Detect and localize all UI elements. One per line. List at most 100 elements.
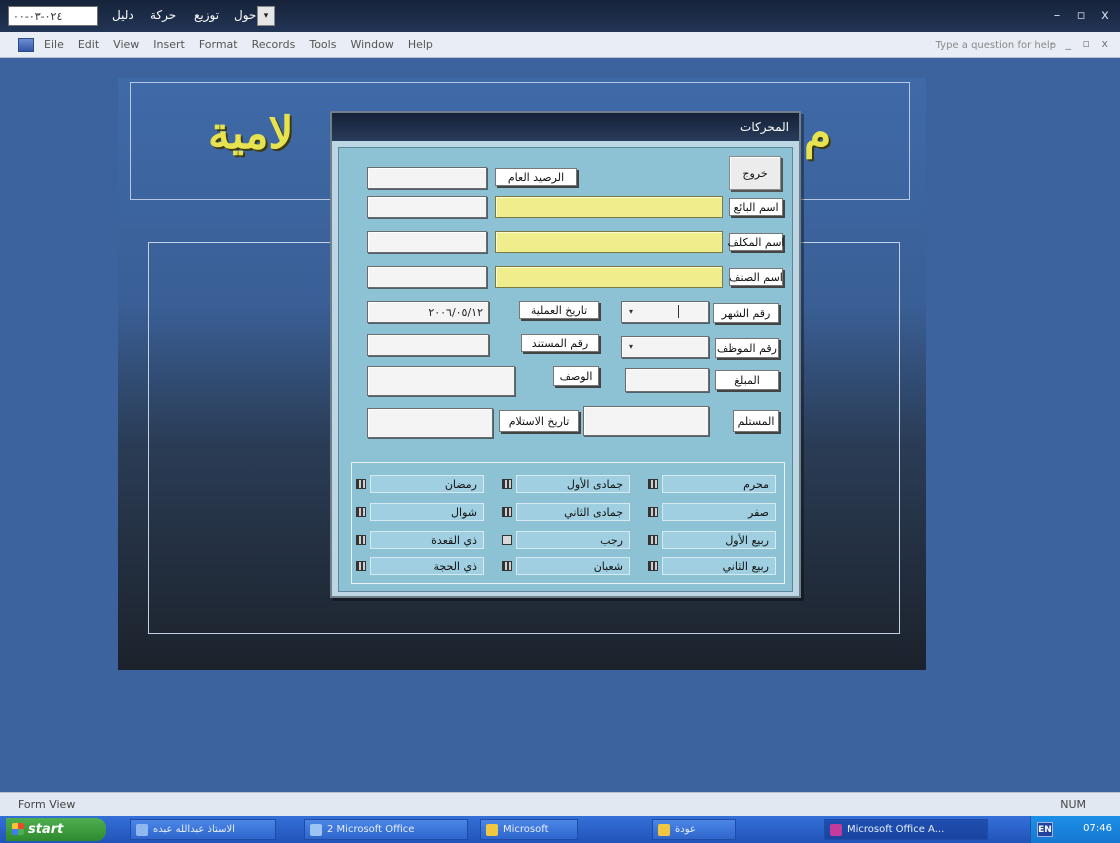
menu-records[interactable]: Records: [252, 38, 296, 51]
start-label: start: [28, 822, 64, 837]
menu-bar: Eile Edit View Insert Format Records Too…: [0, 32, 1120, 58]
employee-number-combo[interactable]: ▾: [621, 336, 709, 358]
recipient-secondary-field[interactable]: [367, 231, 487, 253]
buyer-name-field[interactable]: [495, 196, 723, 218]
text-cursor: [678, 305, 679, 318]
status-view-mode: Form View: [18, 798, 76, 811]
close-icon[interactable]: x: [1096, 6, 1114, 24]
menu-file[interactable]: Eile: [44, 38, 64, 51]
operation-date-field[interactable]: ٢٠٠٦/٠٥/١٢: [367, 301, 489, 323]
description-field[interactable]: [367, 366, 515, 396]
month-checkbox-dhul-hijjah[interactable]: [356, 561, 366, 571]
taskbar-button-label: الاستاذ عبدالله عبده: [153, 824, 235, 835]
exit-button[interactable]: خروج: [729, 156, 781, 190]
chevron-down-icon[interactable]: ▾: [624, 304, 638, 318]
receipt-date-field[interactable]: [367, 408, 493, 438]
month-number-label: رقم الشهر: [713, 303, 779, 323]
help-search-input[interactable]: Type a question for help: [906, 37, 1056, 53]
month-checkbox-rabi-2[interactable]: [648, 561, 658, 571]
stamp-number-field[interactable]: [367, 334, 489, 356]
menu-format[interactable]: Format: [199, 38, 238, 51]
taskbar-button-label: Microsoft: [503, 824, 549, 835]
menu-window[interactable]: Window: [350, 38, 393, 51]
taskbar-button-label: 2 Microsoft Office: [327, 824, 415, 835]
month-checkbox-jumada-2[interactable]: [502, 507, 512, 517]
taskbar-button-3[interactable]: Microsoft: [480, 819, 578, 840]
clock[interactable]: 07:46: [1083, 823, 1112, 834]
month-safar: صفر: [662, 503, 776, 521]
month-shaban: شعبان: [516, 557, 630, 575]
menu-insert[interactable]: Insert: [153, 38, 185, 51]
item-secondary-field[interactable]: [367, 266, 487, 288]
month-shawwal: شوال: [370, 503, 484, 521]
dialog-body: خروج الرصيد العام اسم البائع اسم المكلف …: [338, 147, 793, 592]
menu-help[interactable]: Help: [408, 38, 433, 51]
month-checkbox-muharram[interactable]: [648, 479, 658, 489]
general-balance-field[interactable]: [367, 167, 487, 189]
folder-icon: [486, 824, 498, 836]
month-checkbox-rabi-1[interactable]: [648, 535, 658, 545]
menu-edit[interactable]: Edit: [78, 38, 99, 51]
taskbar-button-label: Microsoft Office A...: [847, 824, 945, 835]
date-combo-value: ٠٢٤-٠٣-٠٠: [13, 9, 63, 23]
buyer-name-secondary-field[interactable]: [367, 196, 487, 218]
menu-movement[interactable]: حركة: [150, 8, 176, 22]
date-combo[interactable]: ٠٢٤-٠٣-٠٠: [8, 6, 98, 26]
windows-logo-icon: [12, 823, 24, 835]
month-checkbox-ramadan[interactable]: [356, 479, 366, 489]
months-row-4: ربيع الثاني شعبان ذي الحجة: [352, 557, 786, 575]
month-checkbox-shaban[interactable]: [502, 561, 512, 571]
month-number-combo[interactable]: ▾: [621, 301, 709, 323]
transactions-dialog: المحركات خروج الرصيد العام اسم البائع اس…: [330, 111, 801, 598]
taskbar-button-4[interactable]: عودة: [652, 819, 736, 840]
item-name-field[interactable]: [495, 266, 723, 288]
chevron-down-icon[interactable]: ▾: [624, 339, 638, 353]
access-form-icon[interactable]: [18, 38, 34, 52]
employee-number-label: رقم الموظف: [715, 338, 779, 358]
month-checkbox-dhul-qadah[interactable]: [356, 535, 366, 545]
month-checkbox-jumada-1[interactable]: [502, 479, 512, 489]
app-icon: [136, 824, 148, 836]
months-row-2: صفر جمادى الثاني شوال: [352, 503, 786, 521]
menu-tools[interactable]: Tools: [309, 38, 336, 51]
months-row-3: ربيع الأول رجب ذي القعدة: [352, 531, 786, 549]
menu-view[interactable]: View: [113, 38, 139, 51]
receiver-field[interactable]: [583, 406, 709, 436]
menu-distribution[interactable]: توزيع: [194, 8, 219, 22]
recipient-name-field[interactable]: [495, 231, 723, 253]
menu-guide[interactable]: دليل: [112, 8, 134, 22]
taskbar-button-label: عودة: [675, 824, 696, 835]
description-label: الوصف: [553, 366, 599, 386]
minimize-icon[interactable]: –: [1048, 6, 1066, 24]
months-panel: محرم جمادى الأول رمضان صفر جمادى الثاني …: [351, 462, 785, 584]
taskbar-button-2[interactable]: 2 Microsoft Office: [304, 819, 468, 840]
system-tray: EN 07:46: [1030, 816, 1120, 843]
operation-date-value: ٢٠٠٦/٠٥/١٢: [428, 305, 483, 319]
restore-icon[interactable]: ▫: [1072, 6, 1090, 24]
stamp-number-label: رقم المستند: [521, 334, 599, 352]
document-window-controls[interactable]: - _ ▫ x: [1050, 37, 1112, 50]
operation-date-label: تاريخ العملية: [519, 301, 599, 319]
chevron-down-icon[interactable]: ▾: [257, 6, 275, 26]
month-checkbox-rajab[interactable]: [502, 535, 512, 545]
month-jumada-2: جمادى الثاني: [516, 503, 630, 521]
item-name-label: اسم الصنف: [729, 268, 783, 286]
start-button[interactable]: start: [6, 818, 106, 841]
form-title-right: م: [804, 108, 832, 159]
taskbar-button-1[interactable]: الاستاذ عبدالله عبده: [130, 819, 276, 840]
amount-field[interactable]: [625, 368, 709, 392]
access-app-icon: [830, 824, 842, 836]
form-title-left: لامية: [208, 108, 294, 159]
amount-label: المبلغ: [715, 370, 779, 390]
receiver-label: المستلم: [733, 410, 779, 432]
window-controls: – ▫ x: [1048, 6, 1114, 24]
language-indicator[interactable]: EN: [1037, 822, 1053, 837]
status-num-lock: NUM: [1060, 798, 1086, 811]
menu-items: Eile Edit View Insert Format Records Too…: [44, 38, 433, 51]
taskbar-button-5[interactable]: Microsoft Office A...: [824, 819, 988, 840]
month-checkbox-safar[interactable]: [648, 507, 658, 517]
month-rabi-2: ربيع الثاني: [662, 557, 776, 575]
buyer-name-label: اسم البائع: [729, 198, 783, 216]
menu-about[interactable]: حول: [234, 8, 256, 22]
month-checkbox-shawwal[interactable]: [356, 507, 366, 517]
